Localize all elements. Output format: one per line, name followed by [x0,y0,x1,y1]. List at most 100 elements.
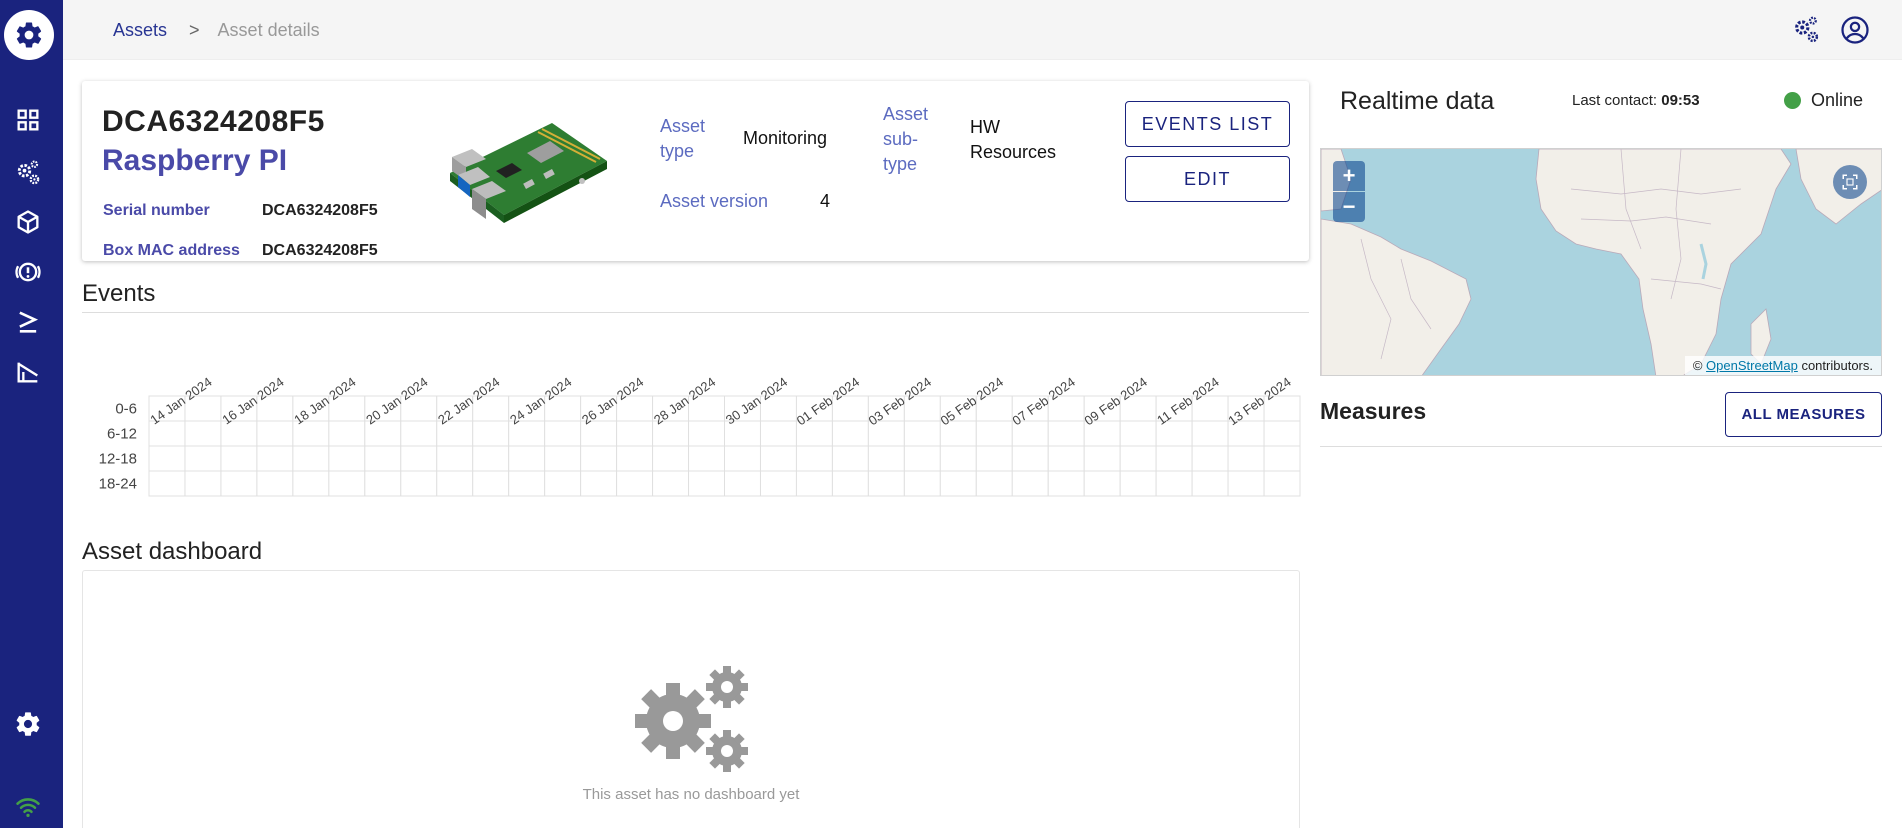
heatmap-cell[interactable] [436,445,474,472]
heatmap-cell[interactable] [616,420,654,447]
heatmap-cell[interactable] [580,445,618,472]
heatmap-cell[interactable] [292,445,330,472]
gears-icon[interactable] [12,157,44,189]
logo-gear-icon[interactable] [4,10,54,60]
alert-icon[interactable] [12,256,44,288]
heatmap-cell[interactable] [903,445,941,472]
heatmap-cell[interactable] [1047,470,1085,497]
heatmap-cell[interactable] [184,420,222,447]
edit-button[interactable]: EDIT [1125,156,1290,202]
asset-info-card: DCA6324208F5 Raspberry PI Serial number … [82,81,1309,261]
heatmap-cell[interactable] [975,420,1013,447]
chart-icon[interactable] [12,356,44,388]
heatmap-cell[interactable] [1119,420,1157,447]
heatmap-cell[interactable] [939,445,977,472]
heatmap-cell[interactable] [831,445,869,472]
gears-icon[interactable] [1790,14,1822,46]
heatmap-cell[interactable] [1155,445,1193,472]
dashboard-grid-icon[interactable] [12,104,44,136]
heatmap-cell[interactable] [1155,470,1193,497]
heatmap-cell[interactable] [1047,445,1085,472]
heatmap-cell[interactable] [544,470,582,497]
heatmap-cell[interactable] [831,470,869,497]
all-measures-button[interactable]: ALL MEASURES [1725,392,1882,437]
heatmap-cell[interactable] [508,470,546,497]
heatmap-cell[interactable] [472,420,510,447]
heatmap-cell[interactable] [616,470,654,497]
heatmap-cell[interactable] [544,420,582,447]
heatmap-cell[interactable] [184,470,222,497]
openstreetmap-link[interactable]: OpenStreetMap [1706,358,1798,373]
heatmap-cell[interactable] [400,420,438,447]
heatmap-cell[interactable] [1011,445,1049,472]
heatmap-cell[interactable] [1227,470,1265,497]
heatmap-cell[interactable] [1263,420,1301,447]
breadcrumb-assets-link[interactable]: Assets [113,20,167,41]
heatmap-cell[interactable] [759,470,797,497]
heatmap-cell[interactable] [903,420,941,447]
fullscreen-icon[interactable] [1833,165,1867,199]
heatmap-cell[interactable] [759,445,797,472]
account-circle-icon[interactable] [1839,14,1871,46]
heatmap-cell[interactable] [759,420,797,447]
heatmap-cell[interactable] [256,420,294,447]
heatmap-cell[interactable] [1227,445,1265,472]
map-zoom-in-button[interactable]: + [1333,161,1365,191]
heatmap-cell[interactable] [184,445,222,472]
heatmap-cell[interactable] [975,470,1013,497]
events-list-button[interactable]: EVENTS LIST [1125,101,1290,147]
heatmap-cell[interactable] [472,445,510,472]
heatmap-cell[interactable] [328,420,366,447]
heatmap-cell[interactable] [436,470,474,497]
heatmap-cell[interactable] [903,470,941,497]
cube-icon[interactable] [12,206,44,238]
heatmap-cell[interactable] [220,470,258,497]
heatmap-cell[interactable] [795,470,833,497]
heatmap-cell[interactable] [1083,470,1121,497]
heatmap-cell[interactable] [1047,420,1085,447]
settings-icon[interactable] [12,708,44,740]
heatmap-cell[interactable] [364,470,402,497]
heatmap-cell[interactable] [1083,445,1121,472]
heatmap-cell[interactable] [939,470,977,497]
map-zoom-out-button[interactable]: − [1333,192,1365,222]
heatmap-cell[interactable] [364,445,402,472]
heatmap-cell[interactable] [795,445,833,472]
heatmap-cell[interactable] [1263,445,1301,472]
heatmap-cell[interactable] [1011,470,1049,497]
heatmap-cell[interactable] [688,420,725,447]
heatmap-cell[interactable] [616,445,654,472]
heatmap-cell[interactable] [544,445,582,472]
heatmap-cell[interactable] [724,470,761,497]
terminal-icon[interactable] [12,306,44,338]
heatmap-cell[interactable] [1191,445,1229,472]
heatmap-cell[interactable] [508,445,546,472]
heatmap-cell[interactable] [688,470,725,497]
heatmap-cell[interactable] [256,445,294,472]
location-map[interactable]: + − © OpenStreetMap contributors. [1320,148,1882,376]
heatmap-cell[interactable] [1263,470,1301,497]
heatmap-cell[interactable] [867,445,905,472]
heatmap-cell[interactable] [1191,420,1229,447]
heatmap-cell[interactable] [867,470,905,497]
heatmap-cell[interactable] [580,470,618,497]
heatmap-cell[interactable] [328,470,366,497]
heatmap-cell[interactable] [1191,470,1229,497]
heatmap-cell[interactable] [256,470,294,497]
heatmap-cell[interactable] [975,445,1013,472]
heatmap-cell[interactable] [148,445,186,472]
heatmap-cell[interactable] [1119,470,1157,497]
heatmap-cell[interactable] [652,470,690,497]
heatmap-cell[interactable] [328,445,366,472]
heatmap-cell[interactable] [831,420,869,447]
heatmap-cell[interactable] [400,445,438,472]
heatmap-cell[interactable] [652,445,690,472]
heatmap-cell[interactable] [148,470,186,497]
heatmap-cell[interactable] [220,445,258,472]
heatmap-cell[interactable] [472,470,510,497]
heatmap-cell[interactable] [1119,445,1157,472]
heatmap-cell[interactable] [292,470,330,497]
heatmap-cell[interactable] [400,470,438,497]
heatmap-cell[interactable] [688,445,725,472]
heatmap-cell[interactable] [724,445,761,472]
